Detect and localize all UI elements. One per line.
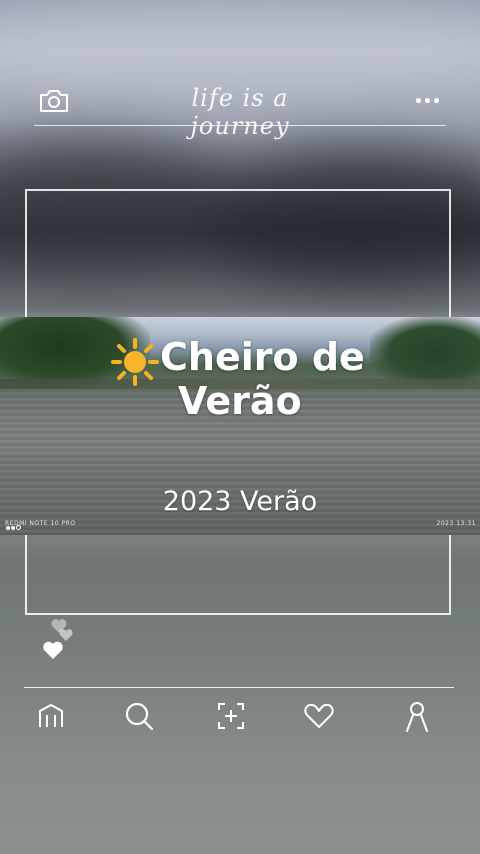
profile-icon [406, 702, 428, 732]
more-icon[interactable] [414, 96, 442, 106]
watermark-left: REDMI NOTE 10 PRO [5, 520, 76, 527]
nav-add[interactable] [209, 694, 253, 738]
sun-icon [111, 338, 159, 386]
home-icon [39, 704, 63, 727]
nav-home[interactable] [29, 694, 73, 738]
photo-title-line2: Verão [178, 379, 302, 424]
add-icon [218, 703, 244, 729]
photo-subtitle: 2023 Verão [162, 486, 318, 517]
like-icon [304, 703, 334, 728]
nav-divider [24, 687, 454, 688]
hearts-icon[interactable] [38, 608, 82, 668]
photo-title: Cheiro de Verão [160, 335, 390, 423]
photo-title-line1: Cheiro de [160, 335, 365, 379]
search-icon [125, 702, 154, 731]
nav-profile[interactable] [395, 694, 439, 738]
bottom-nav [0, 694, 480, 738]
watermark-right: 2023 13:31 [436, 520, 476, 527]
tagline: life is a journey [190, 84, 290, 140]
camera-icon[interactable] [38, 88, 70, 114]
header-divider [34, 125, 446, 126]
nav-like[interactable] [297, 694, 341, 738]
nav-search[interactable] [117, 694, 161, 738]
